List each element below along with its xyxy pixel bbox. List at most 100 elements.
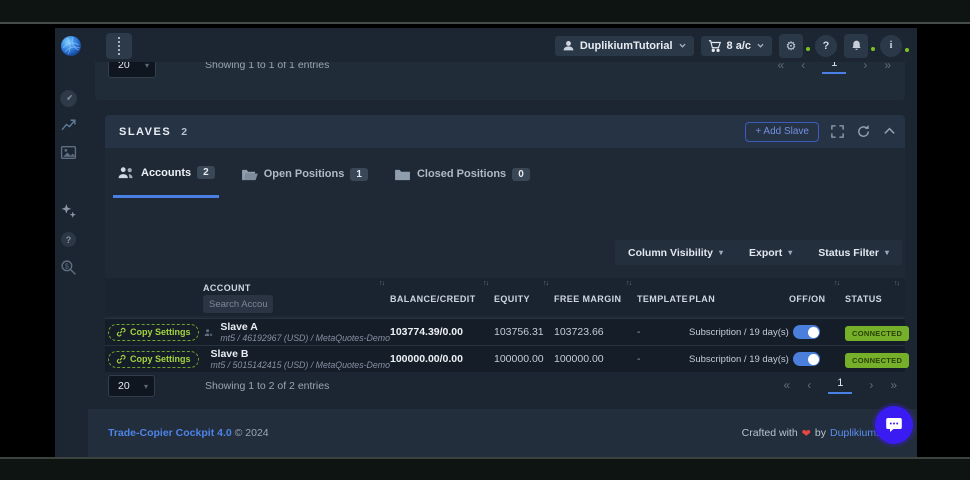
cart-icon: [708, 39, 722, 53]
offon-toggle[interactable]: [793, 352, 820, 366]
tab-open-positions[interactable]: Open Positions 1: [237, 160, 372, 198]
info-icon: i: [890, 40, 893, 51]
free-margin-value: 100000.00: [554, 353, 637, 365]
plan-value: Subscription / 19 day(s): [689, 327, 789, 338]
sort-icon[interactable]: ↑↓: [894, 280, 899, 287]
tab-label: Closed Positions: [417, 168, 506, 180]
sort-icon[interactable]: ↑↓: [834, 280, 839, 287]
image-icon: [60, 144, 77, 161]
help-button[interactable]: ?: [815, 35, 837, 57]
info-button[interactable]: i: [880, 35, 902, 57]
chat-fab-button[interactable]: [875, 406, 913, 444]
sort-icon[interactable]: ↑↓: [543, 280, 548, 287]
slaves-panel-header: SLAVES 2 + Add Slave: [105, 115, 905, 148]
crafted-text: Crafted with: [742, 427, 798, 439]
status-badge: CONNECTED: [845, 326, 909, 341]
sparkles-icon: [60, 203, 77, 220]
footer-credit: Crafted with ❤ by Duplikium.: [742, 427, 879, 440]
settings-status-dot: [806, 47, 810, 51]
sidebar-item-billing-search[interactable]: $: [60, 259, 77, 276]
tab-label: Accounts: [141, 167, 191, 179]
first-page-button[interactable]: «: [784, 378, 791, 392]
tab-label: Open Positions: [264, 168, 345, 180]
col-label: EQUITY: [494, 294, 530, 304]
account-details: mt5 / 5015142415 (USD) / MetaQuotes-Demo: [211, 360, 390, 370]
sort-icon[interactable]: ↑↓: [626, 280, 631, 287]
notifications-button[interactable]: [844, 34, 868, 58]
prev-page-button[interactable]: ‹: [807, 378, 811, 392]
search-account-input[interactable]: [203, 295, 273, 313]
status-badge: CONNECTED: [845, 353, 909, 368]
tab-closed-positions[interactable]: Closed Positions 0: [390, 160, 534, 198]
heart-icon: ❤: [802, 427, 811, 440]
account-user-gear-icon: [203, 326, 213, 339]
export-label: Export: [749, 247, 782, 259]
col-status: STATUS ↑↓: [845, 278, 905, 316]
tab-count-badge: 1: [350, 168, 368, 181]
col-label: FREE MARGIN: [554, 294, 621, 304]
tab-count-badge: 2: [197, 166, 215, 179]
settings-button[interactable]: ⚙: [779, 34, 803, 58]
sidebar-item-analytics[interactable]: [60, 116, 77, 133]
scrolled-panel-footer: 20 ▾ Showing 1 to 1 of 1 entries « ‹ 1 ›…: [95, 56, 905, 100]
col-template: TEMPLATE: [637, 278, 689, 316]
folder-open-icon: [241, 168, 258, 181]
brand-link[interactable]: Trade-Copier Cockpit 4.0: [108, 427, 232, 439]
panel-title: SLAVES: [119, 126, 171, 138]
account-name[interactable]: Slave A: [220, 322, 390, 333]
sort-icon[interactable]: ↑↓: [379, 280, 384, 287]
last-page-button[interactable]: »: [890, 378, 897, 392]
sidebar-item-help[interactable]: ?: [61, 232, 76, 247]
sidebar-item-gallery[interactable]: [60, 144, 77, 161]
page-size-select[interactable]: 20 ▾: [108, 375, 155, 397]
link-icon: [116, 354, 126, 364]
refresh-icon[interactable]: [856, 124, 871, 139]
collapse-chevron-icon[interactable]: [882, 124, 897, 139]
user-menu[interactable]: DuplikiumTutorial: [555, 36, 694, 56]
duplikium-link[interactable]: Duplikium.: [830, 427, 879, 439]
account-user-gear-icon: [203, 353, 204, 366]
app-logo[interactable]: [59, 34, 83, 58]
navbar-right-group: DuplikiumTutorial 8 a/c ⚙ ?: [555, 35, 907, 56]
table-toolbar: Column Visibility ▾ Export ▾ Status Filt…: [615, 240, 902, 265]
add-slave-button[interactable]: + Add Slave: [745, 122, 819, 142]
page-size-value: 20: [118, 380, 130, 392]
col-equity: EQUITY ↑↓: [494, 278, 554, 316]
copy-settings-label: Copy Settings: [130, 354, 191, 364]
caret-down-icon: ▾: [719, 248, 723, 257]
col-label: BALANCE/CREDIT: [390, 294, 476, 304]
question-icon: ?: [823, 40, 830, 52]
column-visibility-dropdown[interactable]: Column Visibility ▾: [615, 247, 736, 259]
export-dropdown[interactable]: Export ▾: [736, 247, 805, 259]
offon-toggle[interactable]: [793, 325, 820, 339]
sort-icon[interactable]: ↑↓: [483, 280, 488, 287]
next-page-button[interactable]: ›: [869, 378, 873, 392]
copy-settings-button[interactable]: Copy Settings: [108, 351, 199, 368]
line-chart-icon: [60, 116, 77, 133]
expand-icon[interactable]: [830, 124, 845, 139]
chat-bubble-icon: [884, 415, 904, 435]
browser-chrome-bottom: [0, 457, 970, 480]
tab-accounts[interactable]: Accounts 2: [113, 160, 219, 198]
col-label: ACCOUNT: [203, 283, 251, 293]
footer-brand: Trade-Copier Cockpit 4.0 © 2024: [108, 427, 269, 439]
cart-accounts-menu[interactable]: 8 a/c: [701, 36, 772, 56]
status-filter-dropdown[interactable]: Status Filter ▾: [805, 247, 902, 259]
sidebar-item-dashboard[interactable]: [60, 90, 77, 107]
caret-down-icon: ▾: [788, 248, 792, 257]
template-value: -: [637, 326, 689, 338]
copyright-text: © 2024: [235, 427, 269, 439]
copy-settings-button[interactable]: Copy Settings: [108, 324, 199, 341]
gears-icon: ⚙: [786, 40, 797, 52]
panel-controls: + Add Slave: [745, 115, 897, 148]
top-navbar: DuplikiumTutorial 8 a/c ⚙ ?: [55, 28, 917, 62]
account-name[interactable]: Slave B: [211, 349, 390, 360]
menu-kebab-button[interactable]: [106, 33, 132, 59]
slaves-panel-body: Accounts 2 Open Positions 1 Closed Posit…: [105, 148, 905, 370]
panel-count: 2: [181, 126, 187, 138]
sidebar-item-ai[interactable]: [60, 203, 77, 220]
status-filter-label: Status Filter: [818, 247, 879, 259]
col-plan: PLAN: [689, 278, 789, 316]
link-icon: [116, 327, 126, 337]
current-page-button[interactable]: 1: [828, 376, 852, 394]
